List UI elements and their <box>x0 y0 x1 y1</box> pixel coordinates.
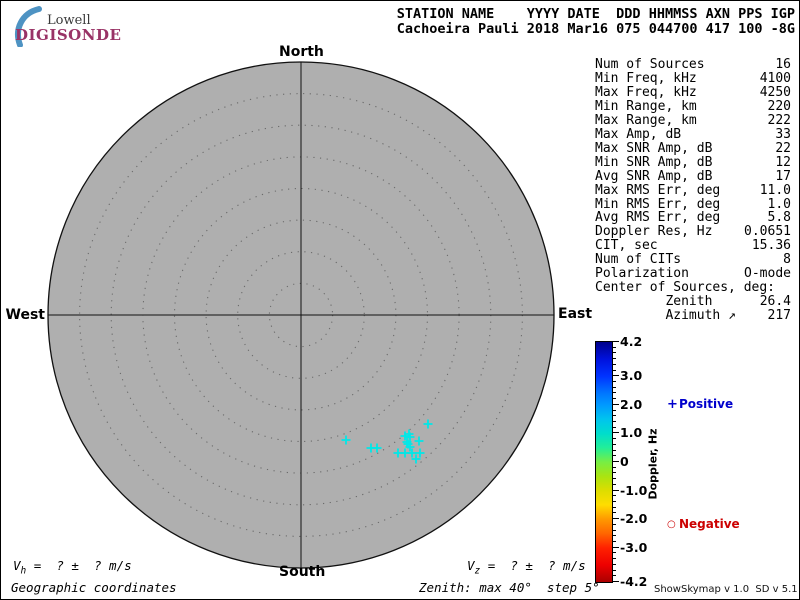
stats-value: 16 <box>775 57 791 72</box>
colorbar-tick-label: -3.0 <box>620 539 648 555</box>
stats-value: 4250 <box>759 84 791 100</box>
stats-row: CIT, sec 15.36 <box>595 239 791 253</box>
stats-value: 17 <box>775 168 791 184</box>
stats-label: Min Range, km <box>595 98 697 114</box>
stats-value: 15.36 <box>751 238 791 254</box>
colorbar-tick-label: 0 <box>620 454 629 469</box>
stats-row: Min Range, km 220 <box>595 98 791 114</box>
stats-label: Num of Sources <box>595 57 705 72</box>
stats-row: Center of Sources, deg: <box>595 281 791 295</box>
stats-row: Max SNR Amp, dB 22 <box>595 140 791 156</box>
stats-value: 0.0651 <box>744 224 791 240</box>
colorbar-tick-label: 1.0 <box>620 425 643 441</box>
stats-row: Min Freq, kHz 4100 <box>595 72 791 86</box>
stats-label: Max Freq, kHz <box>595 84 697 100</box>
colorbar-title: Doppler, Hz <box>646 428 660 500</box>
coordinates-mode-label: Geographic coordinates <box>11 580 177 595</box>
colorbar-tick-label: -1.0 <box>620 482 648 498</box>
compass-east-label: East <box>558 306 593 322</box>
legend-negative: ○ Negative <box>667 517 740 531</box>
stats-value: 220 <box>767 98 791 114</box>
stats-row: Avg RMS Err, deg 5.8 <box>595 211 791 225</box>
stats-value: 8 <box>783 252 791 268</box>
stats-label: Avg SNR Amp, dB <box>595 168 713 184</box>
stats-value: 222 <box>767 112 791 128</box>
legend-negative-label: Negative <box>679 517 740 531</box>
stats-label: Min Freq, kHz <box>595 70 697 86</box>
stats-value: O-mode <box>744 266 791 282</box>
plus-marker-icon: + <box>667 397 678 412</box>
stats-value: 12 <box>775 154 791 170</box>
colorbar-tick-label: 2.0 <box>620 396 643 412</box>
stats-row: Min RMS Err, deg 1.0 <box>595 196 791 212</box>
compass-west-label: West <box>5 307 45 323</box>
stats-label: Zenith <box>595 294 713 310</box>
stats-value: 5.8 <box>767 210 791 226</box>
stats-row: Max Amp, dB 33 <box>595 126 791 142</box>
stats-row: Num of CITs 8 <box>595 253 791 267</box>
stats-row: Num of Sources 16 <box>595 58 791 72</box>
stats-label: Center of Sources, deg: <box>595 280 776 296</box>
stats-label: CIT, sec <box>595 238 658 254</box>
doppler-colorbar <box>595 341 613 583</box>
stats-value: 22 <box>775 140 791 156</box>
stats-label: Max RMS Err, deg <box>595 182 721 198</box>
stats-value: 26.4 <box>759 294 791 310</box>
stats-value: 4100 <box>759 70 791 86</box>
compass-north-label: North <box>279 44 324 60</box>
stats-value: 11.0 <box>759 182 791 198</box>
colorbar-tick-label: -4.2 <box>620 574 648 589</box>
stats-label: Min RMS Err, deg <box>595 196 721 212</box>
stats-label: Max SNR Amp, dB <box>595 140 713 156</box>
colorbar-tick-label: -2.0 <box>620 511 648 527</box>
legend-positive-label: Positive <box>679 397 734 411</box>
stats-panel: Num of Sources 16 Min Freq, kHz 4100 Max Fre… <box>595 58 791 323</box>
stats-row: Avg SNR Amp, dB 17 <box>595 168 791 184</box>
stats-label: Max Amp, dB <box>595 126 682 142</box>
stats-label: Max Range, km <box>595 112 697 128</box>
circle-marker-icon: ○ <box>667 519 676 530</box>
stats-label: Num of CITs <box>595 252 682 268</box>
vh-velocity-readout: Vh = ? ± ? m/s <box>13 558 132 577</box>
stats-value: 33 <box>775 126 791 142</box>
stats-row: Doppler Res, Hz 0.0651 <box>595 225 791 239</box>
stats-label: Min SNR Amp, dB <box>595 154 713 170</box>
stats-label: Avg RMS Err, deg <box>595 210 721 226</box>
stats-row: Zenith 26.4 <box>595 295 791 309</box>
software-version-label: ShowSkymap v 1.0 SD v 5.1 <box>654 584 798 595</box>
stats-value: 217 <box>767 308 791 324</box>
vz-velocity-readout: Vz = ? ± ? m/s <box>467 558 586 577</box>
stats-label: Doppler Res, Hz <box>595 224 713 240</box>
stats-label: Polarization <box>595 266 689 282</box>
stats-row: Max RMS Err, deg 11.0 <box>595 182 791 198</box>
stats-row: Max Freq, kHz 4250 <box>595 84 791 100</box>
stats-row: Min SNR Amp, dB 12 <box>595 154 791 170</box>
colorbar-tick-label: 4.2 <box>620 334 643 349</box>
stats-row: Polarization O-mode <box>595 267 791 281</box>
zenith-scale-note: Zenith: max 40° step 5° <box>419 580 600 595</box>
legend-positive: +Positive <box>667 397 733 412</box>
showskymap-window: Lowell DIGISONDE STATION NAME YYYY DATE … <box>0 0 800 600</box>
compass-south-label: South <box>279 564 326 580</box>
stats-label: Azimuth ↗ <box>595 308 736 324</box>
stats-row: Max Range, km 222 <box>595 112 791 128</box>
stats-value: 1.0 <box>767 196 791 212</box>
colorbar-tick-label: 3.0 <box>620 368 643 384</box>
stats-row: Azimuth ↗ 217 <box>595 309 791 323</box>
